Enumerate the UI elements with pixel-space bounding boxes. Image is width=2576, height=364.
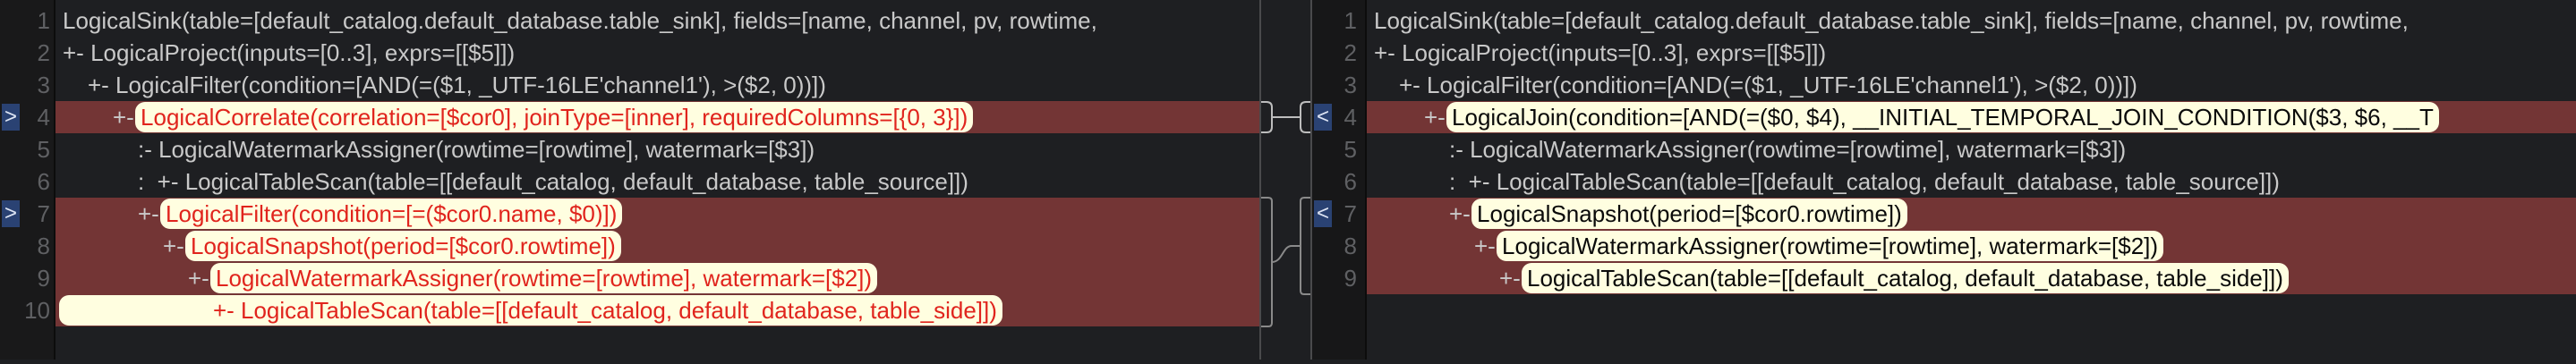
changed-fragment: LogicalFilter(condition=[=($cor0.name, $…: [160, 199, 623, 229]
line-text: : +- LogicalTableScan(table=[[default_ca…: [1374, 168, 2280, 195]
line-number: 9: [1343, 265, 1357, 292]
code-line: LogicalSink(table=[default_catalog.defau…: [55, 4, 1259, 37]
changed-fragment: LogicalSnapshot(period=[$cor0.rowtime]): [1471, 199, 1907, 229]
line-text: +- LogicalProject(inputs=[0..3], exprs=[…: [1374, 39, 1827, 66]
right-code[interactable]: LogicalSink(table=[default_catalog.defau…: [1367, 4, 2576, 294]
line-number: 2: [1343, 39, 1357, 66]
diff-connector: [1259, 0, 1312, 360]
line-text: +- LogicalFilter(condition=[AND(=($1, _U…: [63, 72, 826, 98]
line-number: 1: [1343, 7, 1357, 34]
changed-line: +- LogicalWatermarkAssigner(rowtime=[row…: [55, 262, 1259, 294]
change-bracket-left-2: [1261, 197, 1273, 327]
text: : +- LogicalTableScan(table=[[default_ca…: [1448, 168, 2280, 195]
line-text: LogicalSink(table=[default_catalog.defau…: [1374, 7, 2409, 34]
line-text: : +- LogicalTableScan(table=[[default_ca…: [63, 168, 968, 195]
apply-right-chevron-right-icon[interactable]: >: [2, 104, 20, 131]
changed-fragment: LogicalJoin(condition=[AND(=($0, $4), __…: [1446, 102, 2439, 132]
line-text: +-: [1374, 104, 1452, 131]
line-text: :- LogicalWatermarkAssigner(rowtime=[row…: [63, 136, 815, 163]
changed-line: +- LogicalCorrelate(correlation=[$cor0],…: [55, 101, 1259, 133]
line-text: +-: [63, 200, 166, 227]
code-line: :- LogicalWatermarkAssigner(rowtime=[row…: [1367, 133, 2576, 165]
line-number: 2: [37, 39, 50, 66]
code-line: : +- LogicalTableScan(table=[[default_ca…: [55, 165, 1259, 198]
text: :- LogicalWatermarkAssigner(rowtime=[row…: [1448, 136, 2127, 163]
line-text: +-: [1374, 233, 1502, 259]
changed-fragment: +- LogicalTableScan(table=[[default_cata…: [59, 295, 1002, 326]
line-number: 6: [1343, 168, 1357, 195]
changed-line: +- LogicalFilter(condition=[=($cor0.name…: [55, 198, 1259, 230]
right-gutter: 1 2 3 4 5 6 7 8 9 < <: [1312, 0, 1367, 360]
code-line: +- LogicalProject(inputs=[0..3], exprs=[…: [55, 37, 1259, 69]
change-link-2: [1271, 245, 1301, 263]
line-number: 9: [37, 265, 50, 292]
line-number: 5: [37, 136, 50, 163]
changed-line: +- LogicalWatermarkAssigner(rowtime=[row…: [1367, 230, 2576, 262]
line-text: +-: [63, 104, 141, 131]
left-diff-pane: 1 2 3 4 5 6 7 8 9 10 > > LogicalSink(table=[default…: [0, 0, 1259, 360]
line-number: 6: [37, 168, 50, 195]
line-text: +-: [63, 265, 216, 292]
changed-line: +- LogicalJoin(condition=[AND(=($0, $4),…: [1367, 101, 2576, 133]
line-number: 3: [1343, 72, 1357, 98]
apply-left-chevron-left-icon[interactable]: <: [1314, 104, 1332, 131]
line-number: 3: [37, 72, 50, 98]
right-diff-pane: 1 2 3 4 5 6 7 8 9 < < LogicalSink(table=[default_c…: [1312, 0, 2576, 360]
line-text: +-: [1374, 200, 1477, 227]
line-number: 8: [37, 233, 50, 259]
left-gutter: 1 2 3 4 5 6 7 8 9 10 > >: [0, 0, 55, 360]
apply-right-chevron-right-icon[interactable]: >: [2, 200, 20, 227]
apply-left-chevron-left-icon[interactable]: <: [1314, 200, 1332, 227]
line-number: 8: [1343, 233, 1357, 259]
code-line: +- LogicalFilter(condition=[AND(=($1, _U…: [55, 69, 1259, 101]
line-text: +- LogicalFilter(condition=[AND(=($1, _U…: [1374, 72, 2137, 98]
changed-line: +- LogicalTableScan(table=[[default_cata…: [1367, 262, 2576, 294]
text: +- LogicalFilter(condition=[AND(=($1, _U…: [1398, 72, 2137, 98]
code-line: +- LogicalProject(inputs=[0..3], exprs=[…: [1367, 37, 2576, 69]
changed-line: +- LogicalSnapshot(period=[$cor0.rowtime…: [1367, 198, 2576, 230]
code-line: +- LogicalFilter(condition=[AND(=($1, _U…: [1367, 69, 2576, 101]
changed-line: +- LogicalSnapshot(period=[$cor0.rowtime…: [55, 230, 1259, 262]
line-number: 5: [1343, 136, 1357, 163]
text: : +- LogicalTableScan(table=[[default_ca…: [137, 168, 968, 195]
change-bracket-right-1: [1300, 101, 1310, 133]
line-text: +- LogicalProject(inputs=[0..3], exprs=[…: [63, 39, 516, 66]
diff-connector-lines: [1261, 101, 1310, 327]
changed-line: +- LogicalTableScan(table=[[default_cata…: [55, 294, 1259, 326]
line-text: :- LogicalWatermarkAssigner(rowtime=[row…: [1374, 136, 2126, 163]
change-bracket-right-2: [1300, 197, 1310, 295]
line-number: 10: [24, 297, 50, 324]
changed-fragment: LogicalCorrelate(correlation=[$cor0], jo…: [135, 102, 974, 132]
changed-fragment: LogicalTableScan(table=[[default_catalog…: [1522, 263, 2289, 293]
changed-fragment: LogicalWatermarkAssigner(rowtime=[rowtim…: [210, 263, 878, 293]
changed-fragment: LogicalWatermarkAssigner(rowtime=[rowtim…: [1497, 231, 2164, 261]
line-text: +-: [63, 233, 191, 259]
text: +- LogicalFilter(condition=[AND(=($1, _U…: [87, 72, 826, 98]
text: +- LogicalTableScan(table=[[default_cata…: [212, 297, 997, 324]
line-number: 1: [37, 7, 50, 34]
line-text: +-: [1374, 265, 1527, 292]
text: :- LogicalWatermarkAssigner(rowtime=[row…: [137, 136, 815, 163]
changed-fragment: LogicalSnapshot(period=[$cor0.rowtime]): [185, 231, 621, 261]
left-code[interactable]: LogicalSink(table=[default_catalog.defau…: [55, 4, 1259, 326]
code-line: LogicalSink(table=[default_catalog.defau…: [1367, 4, 2576, 37]
line-text: LogicalSink(table=[default_catalog.defau…: [63, 7, 1097, 34]
change-bracket-left-1: [1261, 101, 1273, 133]
code-line: :- LogicalWatermarkAssigner(rowtime=[row…: [55, 133, 1259, 165]
code-line: : +- LogicalTableScan(table=[[default_ca…: [1367, 165, 2576, 198]
